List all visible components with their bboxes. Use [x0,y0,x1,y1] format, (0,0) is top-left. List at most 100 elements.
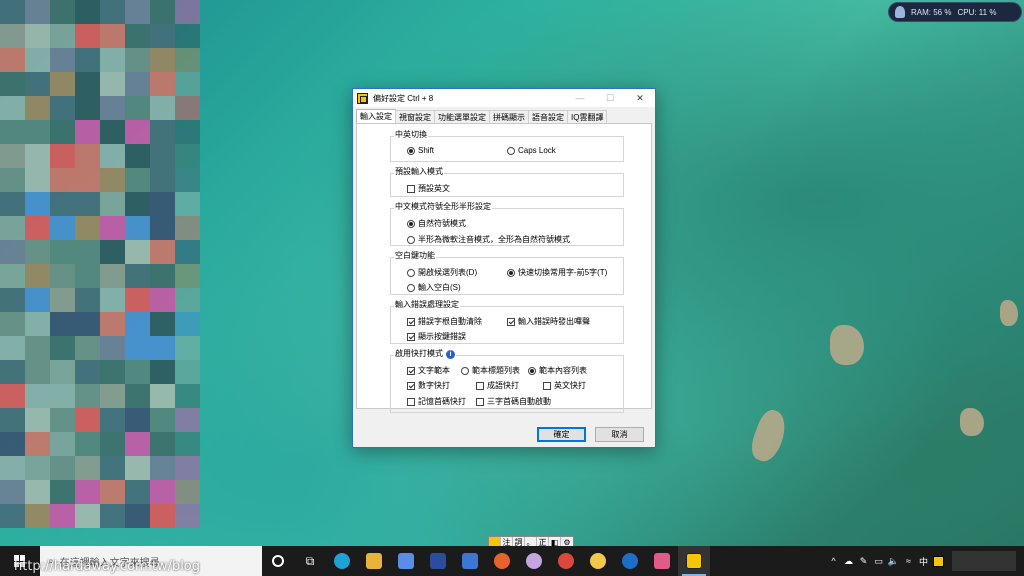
checkbox[interactable] [407,397,415,406]
app-red-icon[interactable] [550,546,582,576]
tab-menu-settings[interactable]: 功能選單設定 [434,110,490,124]
cortana-icon[interactable] [262,546,294,576]
radio-button[interactable] [407,146,415,155]
checkbox[interactable] [476,381,484,390]
system-tray: ^ ☁ ✎ ▭ 🔈 ≈ 中 [826,546,1024,576]
checkbox[interactable] [407,184,415,193]
radio-natural-symbol[interactable]: 自然符號模式 [407,218,466,229]
checkbox-three-char-auto[interactable]: 三字首碼自動啟動 [476,396,551,407]
radio-button[interactable] [461,366,469,375]
ime-taskbar-icon[interactable] [678,546,710,576]
preferences-dialog: 偏好設定 Ctrl + 8 — ☐ ✕ 輸入設定 視窗設定 功能選單設定 拼碼顯… [352,88,656,448]
checkbox-idiom-quick[interactable]: 成語快打 [476,380,519,391]
minimize-button[interactable]: — [565,89,595,107]
watermark-text: http://hardaway.com.tw/blog [14,559,201,574]
checkbox-english-quick[interactable]: 英文快打 [543,380,586,391]
radio-open-candidates[interactable]: 開啟候選列表(D) [407,267,477,278]
option-label: 半形為微軟注音模式，全形為自然符號模式 [418,235,570,244]
cloud-app-icon[interactable] [518,546,550,576]
close-button[interactable]: ✕ [625,89,655,107]
radio-button[interactable] [407,283,415,292]
cpu-usage: CPU: 11 % [957,7,997,17]
tab-code-display[interactable]: 拼碼顯示 [489,110,529,124]
checkbox[interactable] [407,366,415,375]
radio-button[interactable] [407,219,415,228]
checkbox-text-template[interactable]: 文字範本 [407,365,450,376]
fullwidth-halfwidth-group: 中文模式符號全形半形設定 自然符號模式 半形為微軟注音模式，全形為自然符號模式 [390,202,624,246]
radio-caps-lock[interactable]: Caps Lock [507,146,556,155]
maximize-button[interactable]: ☐ [595,89,625,107]
network-icon[interactable]: ▭ [871,546,886,576]
checkbox[interactable] [543,381,551,390]
ime-app-icon [357,92,368,104]
group-label-text: 啟用快打模式 [395,349,443,358]
option-label: 預設英文 [418,184,450,193]
checkbox-auto-clear[interactable]: 錯誤字根自動清除 [407,316,482,327]
volume-icon[interactable]: 🔈 [886,546,901,576]
checkbox[interactable] [407,317,415,326]
radio-button[interactable] [507,146,515,155]
tab-input-settings[interactable]: 輸入設定 [356,109,396,124]
cancel-button[interactable]: 取消 [595,427,644,442]
wifi-icon[interactable]: ≈ [901,546,916,576]
option-label: 英文快打 [554,381,586,390]
mail-icon[interactable] [454,546,486,576]
checkbox[interactable] [507,317,515,326]
option-label: 錯誤字根自動清除 [418,317,482,326]
wallpaper-island [830,325,864,365]
checkbox-default-english[interactable]: 預設英文 [407,183,450,194]
store-icon[interactable] [390,546,422,576]
checkbox[interactable] [476,397,484,406]
checkbox-show-key-error[interactable]: 顯示按鍵錯誤 [407,331,466,342]
option-label: 文字範本 [418,366,450,375]
radio-button[interactable] [407,235,415,244]
checkbox-memory-prefix[interactable]: 記憶首碼快打 [407,396,466,407]
app-yellow-icon[interactable] [582,546,614,576]
checkbox[interactable] [407,332,415,341]
radio-template-content-list[interactable]: 範本內容列表 [528,365,587,376]
task-view-icon[interactable]: ⧉ [294,546,326,576]
clock-blurred[interactable] [952,551,1016,571]
ok-button[interactable]: 確定 [537,427,586,442]
pen-icon[interactable]: ✎ [856,546,871,576]
radio-half-microsoft[interactable]: 半形為微軟注音模式，全形為自然符號模式 [407,234,570,245]
radio-input-space[interactable]: 輸入空白(S) [407,282,461,293]
wallpaper-island [746,406,792,466]
radio-button[interactable] [507,268,515,277]
option-label: 顯示按鍵錯誤 [418,332,466,341]
dialog-title: 偏好設定 Ctrl + 8 [373,93,434,103]
radio-quick-switch[interactable]: 快速切換常用字-前5字(T) [507,267,607,278]
ime-tray-icon[interactable] [931,546,946,576]
app-pink-icon[interactable] [646,546,678,576]
app-b-icon[interactable] [422,546,454,576]
radio-button[interactable] [407,268,415,277]
option-label: Shift [418,146,435,155]
option-label: 記憶首碼快打 [418,397,466,406]
edge-icon[interactable] [326,546,358,576]
checkbox-error-beep[interactable]: 輸入錯誤時發出嗶聲 [507,316,590,327]
radio-shift[interactable]: Shift [407,146,434,155]
option-label: 成語快打 [487,381,519,390]
file-explorer-icon[interactable] [358,546,390,576]
chevron-up-icon[interactable]: ^ [826,546,841,576]
cloud-icon[interactable]: ☁ [841,546,856,576]
firefox-icon[interactable] [486,546,518,576]
space-key-group: 空白鍵功能 開啟候選列表(D) 快速切換常用字-前5字(T) 輸入空白(S) [390,251,624,295]
info-icon[interactable]: i [446,350,455,359]
ram-usage: RAM: 56 % [911,7,952,17]
radio-button[interactable] [528,366,536,375]
option-label: Caps Lock [518,146,556,155]
rocket-icon [895,6,905,18]
checkbox[interactable] [407,381,415,390]
radio-template-title-list[interactable]: 範本標題列表 [461,365,520,376]
tab-window-settings[interactable]: 視窗設定 [395,110,435,124]
system-monitor[interactable]: RAM: 56 % CPU: 11 % [888,2,1022,22]
tab-voice-settings[interactable]: 語音設定 [528,110,568,124]
wallpaper-island [1000,300,1018,326]
language-indicator[interactable]: 中 [916,546,931,576]
checkbox-number-quick[interactable]: 數字快打 [407,380,450,391]
option-label: 範本標題列表 [472,366,520,375]
dialog-titlebar[interactable]: 偏好設定 Ctrl + 8 — ☐ ✕ [353,89,655,107]
app-c-icon[interactable] [614,546,646,576]
tab-iq-cloud-translate[interactable]: IQ雲翻譯 [567,110,608,124]
